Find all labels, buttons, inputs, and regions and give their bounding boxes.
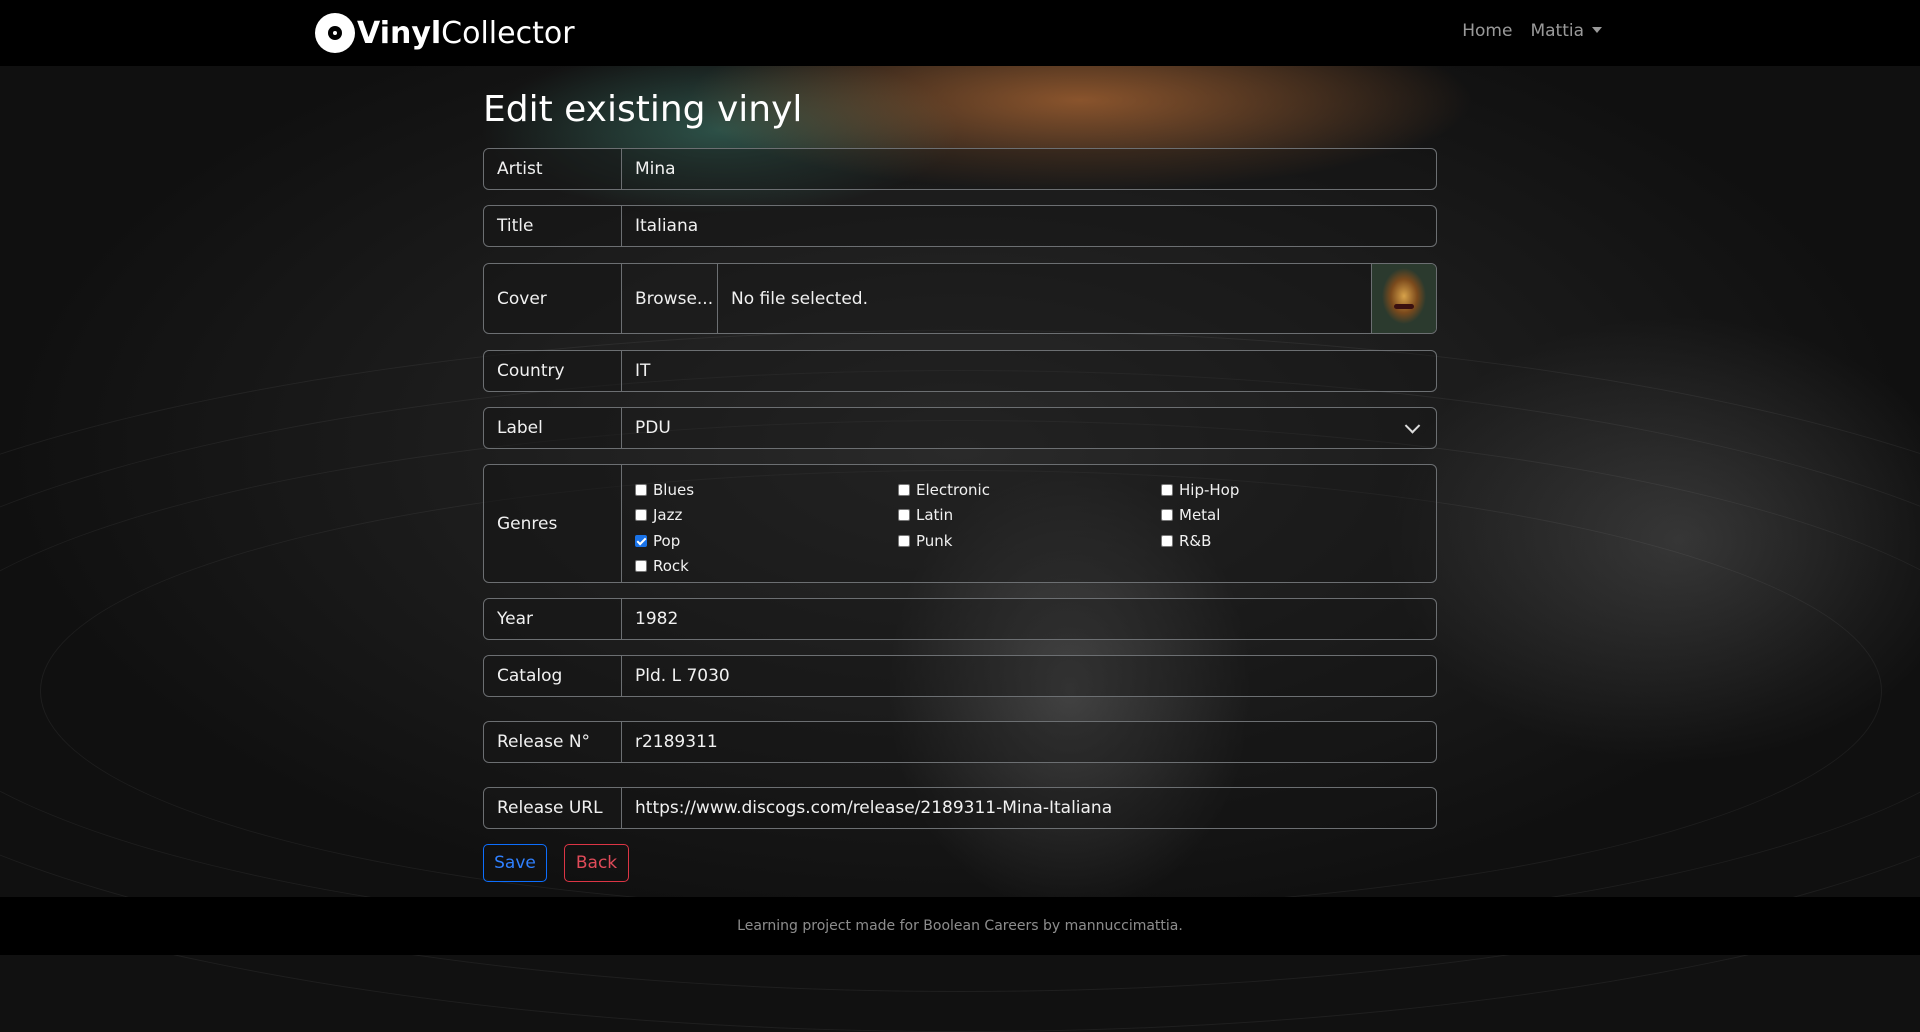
genre-option[interactable]: Hip-Hop: [1161, 477, 1424, 503]
genre-option[interactable]: Jazz: [635, 503, 898, 529]
genre-checkbox[interactable]: [635, 560, 647, 573]
footer-text: Learning project made for Boolean Career…: [737, 918, 1183, 934]
catalog-field-group: Catalog Pld. L 7030: [483, 655, 1437, 697]
genre-option[interactable]: Latin: [898, 503, 1161, 529]
edit-vinyl-form: Edit existing vinyl Artist Mina Title It…: [483, 66, 1437, 882]
catalog-label: Catalog: [484, 656, 622, 696]
release-number-label: Release N°: [484, 722, 622, 762]
artist-label: Artist: [484, 149, 622, 189]
title-label: Title: [484, 206, 622, 246]
label-label: Label: [484, 408, 622, 448]
genres-label: Genres: [484, 465, 622, 582]
top-navbar: VinylCollector Home Mattia: [0, 0, 1920, 66]
genre-option[interactable]: Punk: [898, 528, 1161, 554]
vinyl-record-icon: [315, 13, 355, 53]
genre-checkbox[interactable]: [635, 534, 647, 547]
release-url-input[interactable]: https://www.discogs.com/release/2189311-…: [622, 788, 1436, 828]
release-url-label: Release URL: [484, 788, 622, 828]
back-button[interactable]: Back: [564, 844, 629, 882]
genre-option[interactable]: Rock: [635, 554, 898, 580]
catalog-input[interactable]: Pld. L 7030: [622, 656, 1436, 696]
year-input[interactable]: 1982: [622, 599, 1436, 639]
country-input[interactable]: IT: [622, 351, 1436, 391]
cover-browse-button[interactable]: Browse...: [622, 264, 718, 333]
title-input[interactable]: Italiana: [622, 206, 1436, 246]
genre-checkbox[interactable]: [898, 483, 910, 496]
genre-checkbox[interactable]: [1161, 534, 1173, 547]
genre-checkbox[interactable]: [635, 483, 647, 496]
release-number-field-group: Release N° r2189311: [483, 721, 1437, 763]
country-field-group: Country IT: [483, 350, 1437, 392]
nav-home-link[interactable]: Home: [1462, 21, 1512, 41]
label-field-group: Label PDU: [483, 407, 1437, 449]
genre-option[interactable]: Pop: [635, 528, 898, 554]
genre-option[interactable]: Blues: [635, 477, 898, 503]
user-dropdown[interactable]: Mattia: [1530, 21, 1602, 41]
cover-field-group: Cover Browse... No file selected.: [483, 263, 1437, 334]
footer: Learning project made for Boolean Career…: [0, 897, 1920, 955]
genres-field-group: Genres Blues Electronic Hip-Hop Jazz Lat…: [483, 464, 1437, 583]
country-label: Country: [484, 351, 622, 391]
genres-checkbox-grid: Blues Electronic Hip-Hop Jazz Latin Meta…: [622, 465, 1424, 582]
genre-option[interactable]: Metal: [1161, 503, 1424, 529]
label-select[interactable]: PDU: [622, 408, 1436, 448]
genre-option[interactable]: R&B: [1161, 528, 1424, 554]
year-label: Year: [484, 599, 622, 639]
genre-checkbox[interactable]: [1161, 509, 1173, 522]
brand-link[interactable]: VinylCollector: [315, 13, 575, 53]
artist-field-group: Artist Mina: [483, 148, 1437, 190]
chevron-down-icon: [1404, 418, 1421, 434]
genre-checkbox[interactable]: [1161, 483, 1173, 496]
year-field-group: Year 1982: [483, 598, 1437, 640]
genre-checkbox[interactable]: [635, 509, 647, 522]
cover-label: Cover: [484, 264, 622, 333]
release-url-field-group: Release URL https://www.discogs.com/rele…: [483, 787, 1437, 829]
brand-name: VinylCollector: [357, 15, 575, 51]
page-title: Edit existing vinyl: [483, 89, 803, 130]
genre-checkbox[interactable]: [898, 534, 910, 547]
user-name: Mattia: [1530, 21, 1584, 41]
cover-file-status[interactable]: No file selected.: [718, 264, 1371, 333]
save-button[interactable]: Save: [483, 844, 547, 882]
label-select-value: PDU: [635, 418, 671, 438]
genre-checkbox[interactable]: [898, 509, 910, 522]
cover-thumbnail-image: [1371, 264, 1436, 333]
genre-option[interactable]: Electronic: [898, 477, 1161, 503]
release-number-input[interactable]: r2189311: [622, 722, 1436, 762]
title-field-group: Title Italiana: [483, 205, 1437, 247]
artist-input[interactable]: Mina: [622, 149, 1436, 189]
caret-down-icon: [1592, 27, 1602, 33]
